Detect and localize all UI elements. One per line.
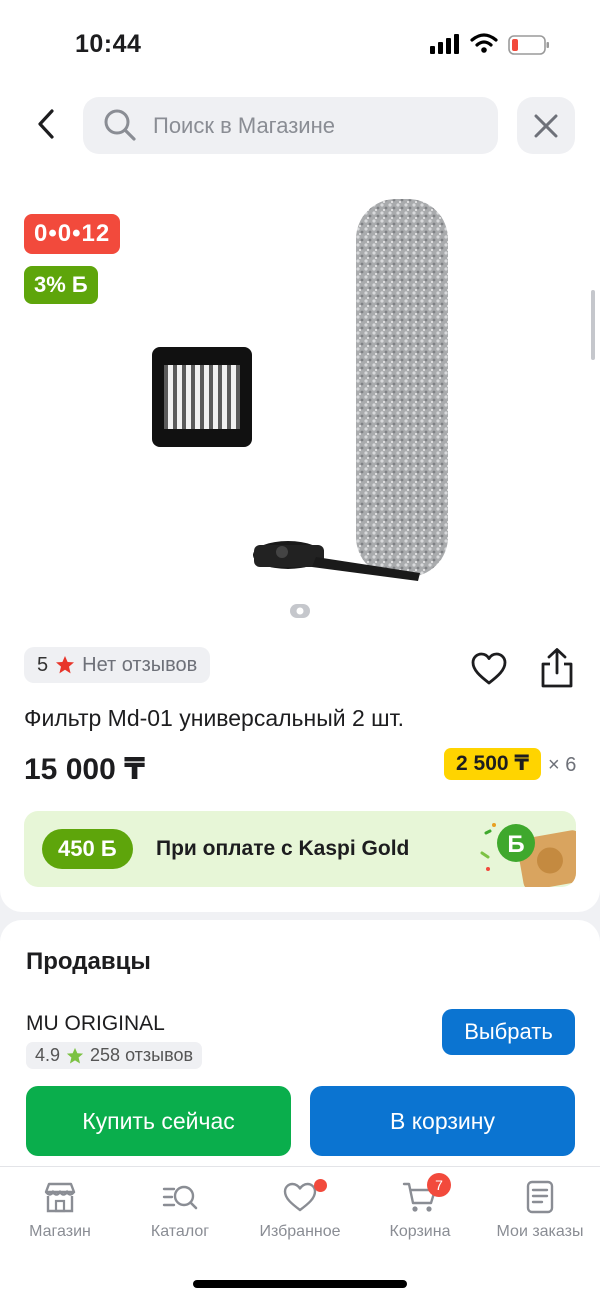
close-button[interactable] xyxy=(517,97,575,154)
gallery-pagination-icon xyxy=(290,604,310,618)
search-icon xyxy=(104,109,136,141)
svg-text:Б: Б xyxy=(507,831,524,858)
product-price: 15 000 ₸ xyxy=(24,753,145,786)
kaspi-gold-card-icon: Б xyxy=(480,823,576,887)
product-title: Фильтр Md-01 универсальный 2 шт. xyxy=(24,705,405,731)
search-bar[interactable] xyxy=(83,97,498,154)
nav-store[interactable]: Магазин xyxy=(0,1179,120,1249)
nav-catalog[interactable]: Каталог xyxy=(120,1179,240,1249)
sellers-section: Продавцы MU ORIGINAL 4.9 258 отзывов Выб… xyxy=(0,920,600,1170)
discount-timer-badge: 0•0•12 xyxy=(24,214,121,254)
buy-now-button[interactable]: Купить сейчас xyxy=(26,1086,291,1156)
product-gallery[interactable]: 0•0•12 3% Б xyxy=(0,180,600,625)
add-to-cart-button[interactable]: В корзину xyxy=(310,1086,575,1156)
scrollbar[interactable] xyxy=(591,290,595,360)
top-header xyxy=(0,80,600,180)
rating-pill[interactable]: 5 Нет отзывов xyxy=(24,647,211,683)
seller-rating[interactable]: 4.9 258 отзывов xyxy=(26,1042,203,1069)
share-icon[interactable] xyxy=(538,647,576,689)
favorite-heart-icon[interactable] xyxy=(470,650,508,688)
wifi-icon xyxy=(470,33,498,53)
sellers-title: Продавцы xyxy=(26,948,151,975)
kaspi-gold-banner[interactable]: 450 Б При оплате с Kaspi Gold Б xyxy=(24,811,576,887)
cellular-signal-icon xyxy=(430,34,462,54)
catalog-search-icon xyxy=(162,1185,198,1210)
seller-name[interactable]: MU ORIGINAL xyxy=(26,1012,165,1036)
nav-label: Корзина xyxy=(389,1223,451,1240)
nav-label: Мои заказы xyxy=(496,1223,584,1240)
close-icon xyxy=(534,114,558,137)
nav-orders[interactable]: Мои заказы xyxy=(480,1179,600,1249)
nav-favorites[interactable]: Избранное xyxy=(240,1179,360,1249)
seller-reviews: 258 отзывов xyxy=(90,1045,194,1065)
status-time: 10:44 xyxy=(75,30,142,58)
star-icon xyxy=(66,1047,84,1064)
home-indicator[interactable] xyxy=(193,1280,407,1288)
search-input[interactable] xyxy=(153,111,483,141)
store-icon xyxy=(44,1182,76,1213)
nav-label: Магазин xyxy=(29,1223,91,1240)
kaspi-gold-bonus-badge: 450 Б xyxy=(42,829,133,869)
heart-icon xyxy=(283,1182,317,1212)
favorites-notification-dot xyxy=(314,1179,327,1192)
seller-rating-value: 4.9 xyxy=(35,1045,61,1065)
product-image xyxy=(152,199,448,581)
bottom-navigation: Магазин Каталог Избранное 7 Корзина Мои … xyxy=(0,1166,600,1300)
status-bar: 10:44 xyxy=(0,0,600,80)
bonus-badge: 3% Б xyxy=(24,266,98,304)
installment-months: × 6 xyxy=(548,754,577,776)
installment-badge[interactable]: 2 500 ₸ xyxy=(444,748,541,780)
orders-icon xyxy=(526,1180,554,1214)
nav-label: Каталог xyxy=(150,1223,210,1240)
kaspi-gold-text: При оплате с Kaspi Gold xyxy=(156,837,410,860)
star-icon xyxy=(56,656,75,674)
cart-count-badge: 7 xyxy=(427,1173,451,1197)
reviews-text: Нет отзывов xyxy=(82,653,198,676)
select-seller-button[interactable]: Выбрать xyxy=(442,1009,575,1055)
nav-cart[interactable]: 7 Корзина xyxy=(360,1173,480,1249)
rating-value: 5 xyxy=(37,653,49,676)
battery-low-icon xyxy=(508,35,549,55)
back-button[interactable] xyxy=(26,104,66,144)
product-card: 0•0•12 3% Б 5 Нет отзывов Фильтр Md-01 у… xyxy=(0,180,600,912)
chevron-left-icon xyxy=(38,109,54,139)
nav-label: Избранное xyxy=(259,1223,341,1240)
